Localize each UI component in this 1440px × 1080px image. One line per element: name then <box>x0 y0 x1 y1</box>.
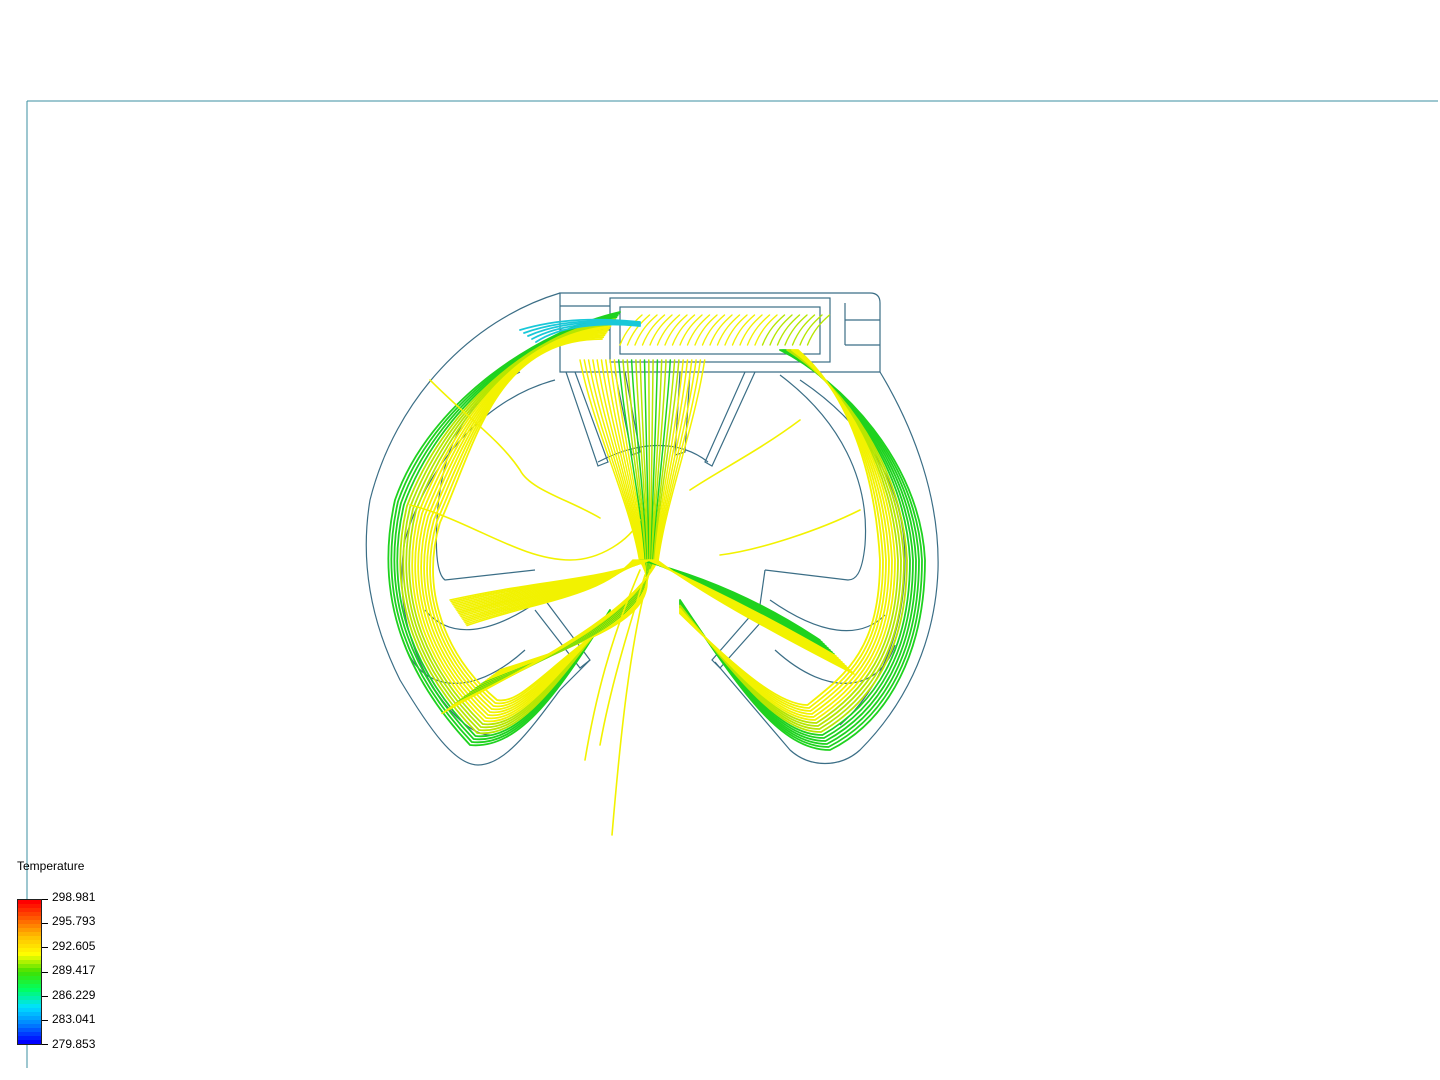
streamline <box>671 314 696 346</box>
temperature-colorbar <box>17 899 42 1045</box>
streamline <box>686 314 711 346</box>
streamlines <box>387 311 926 836</box>
legend-tick-label: 289.417 <box>52 963 96 977</box>
legend-tick-label: 295.793 <box>52 914 96 928</box>
streamline <box>491 359 648 677</box>
legend-tick-mark <box>42 899 48 900</box>
streamline <box>719 509 861 556</box>
streamline <box>769 314 793 346</box>
streamline <box>746 314 771 346</box>
streamline <box>679 349 920 745</box>
streamline <box>799 314 823 346</box>
simulation-viewport[interactable] <box>0 0 1440 1080</box>
streamline <box>806 314 831 346</box>
streamline <box>499 359 648 671</box>
streamline <box>716 314 741 346</box>
legend-tick-label: 279.853 <box>52 1037 96 1051</box>
streamline <box>679 314 703 346</box>
legend-tick-mark <box>42 972 48 973</box>
streamline <box>689 419 801 491</box>
domain-boundary <box>26 100 1438 1068</box>
streamline <box>679 349 917 742</box>
colorbar-band <box>18 1040 41 1044</box>
legend-tick-label: 292.605 <box>52 939 96 953</box>
streamline <box>701 314 726 346</box>
streamline <box>731 314 756 346</box>
streamline <box>694 314 718 346</box>
legend-tick-mark <box>42 1020 48 1021</box>
legend-tick-mark <box>42 996 48 997</box>
legend-tick-label: 283.041 <box>52 1012 96 1026</box>
streamline <box>649 314 673 346</box>
streamline <box>656 314 681 346</box>
legend-title: Temperature <box>17 859 85 873</box>
legend-tick-mark <box>42 923 48 924</box>
streamline <box>634 314 658 346</box>
streamline <box>709 314 733 346</box>
streamline <box>724 314 748 346</box>
streamline <box>776 314 801 346</box>
legend-tick-mark <box>42 1044 48 1045</box>
streamline <box>754 314 778 346</box>
streamline <box>791 314 816 346</box>
streamline <box>641 314 666 346</box>
streamline <box>679 349 911 736</box>
streamline <box>489 359 648 679</box>
streamline <box>664 314 688 346</box>
streamline <box>679 349 890 715</box>
streamline <box>619 314 643 346</box>
legend-tick-mark <box>42 947 48 948</box>
streamline <box>784 314 808 346</box>
streamline <box>761 314 786 346</box>
streamline <box>739 314 763 346</box>
streamline <box>626 314 651 346</box>
legend-tick-label: 298.981 <box>52 890 96 904</box>
legend-tick-label: 286.229 <box>52 988 96 1002</box>
